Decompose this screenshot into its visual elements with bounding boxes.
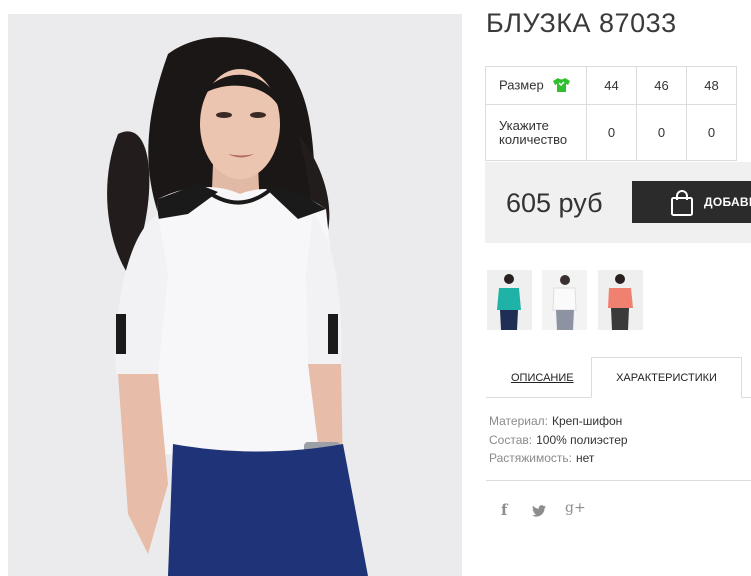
product-price: 605 руб bbox=[506, 188, 603, 218]
thumbnail-teal[interactable] bbox=[487, 270, 532, 330]
social-divider bbox=[486, 480, 751, 481]
shopping-bag-icon bbox=[670, 190, 694, 221]
quantity-label-line1: Укажите bbox=[499, 117, 549, 133]
size-quantity-table: Размер 44 46 48 Укажите количество 0 0 0 bbox=[485, 66, 737, 161]
size-label: Размер bbox=[499, 76, 544, 92]
price-panel: 605 руб ДОБАВИТЬ bbox=[485, 162, 751, 243]
facebook-icon[interactable]: f bbox=[501, 501, 507, 519]
thumbnail-coral[interactable] bbox=[598, 270, 643, 330]
quantity-input-44[interactable]: 0 bbox=[586, 104, 637, 161]
spec-row-material: Материал: Креп-шифон bbox=[489, 414, 623, 428]
spec-row-stretch: Растяжимость: нет bbox=[489, 451, 595, 465]
product-title: БЛУЗКА 87033 bbox=[486, 8, 677, 38]
size-header: Размер bbox=[485, 66, 587, 105]
size-48: 48 bbox=[686, 66, 737, 105]
add-to-cart-label: ДОБАВИТЬ bbox=[704, 195, 751, 209]
tshirt-icon[interactable] bbox=[553, 77, 571, 95]
product-main-image[interactable] bbox=[8, 14, 462, 576]
size-44: 44 bbox=[586, 66, 637, 105]
quantity-input-48[interactable]: 0 bbox=[686, 104, 737, 161]
thumbnail-white[interactable] bbox=[542, 270, 587, 330]
quantity-input-46[interactable]: 0 bbox=[636, 104, 687, 161]
add-to-cart-button[interactable]: ДОБАВИТЬ bbox=[632, 181, 751, 223]
spec-row-composition: Состав: 100% полиэстер bbox=[489, 432, 628, 447]
quantity-header: Укажите количество bbox=[485, 104, 587, 161]
google-plus-icon[interactable]: g+ bbox=[565, 500, 586, 516]
tab-characteristics[interactable]: ХАРАКТЕРИСТИКИ bbox=[591, 357, 742, 398]
tab-description[interactable]: ОПИСАНИЕ bbox=[511, 372, 574, 384]
characteristics-list: Материал: Креп-шифон Состав: 100% полиэсте… bbox=[489, 412, 628, 468]
twitter-icon[interactable] bbox=[532, 502, 546, 521]
quantity-label-line2: количество bbox=[499, 131, 568, 147]
size-46: 46 bbox=[636, 66, 687, 105]
